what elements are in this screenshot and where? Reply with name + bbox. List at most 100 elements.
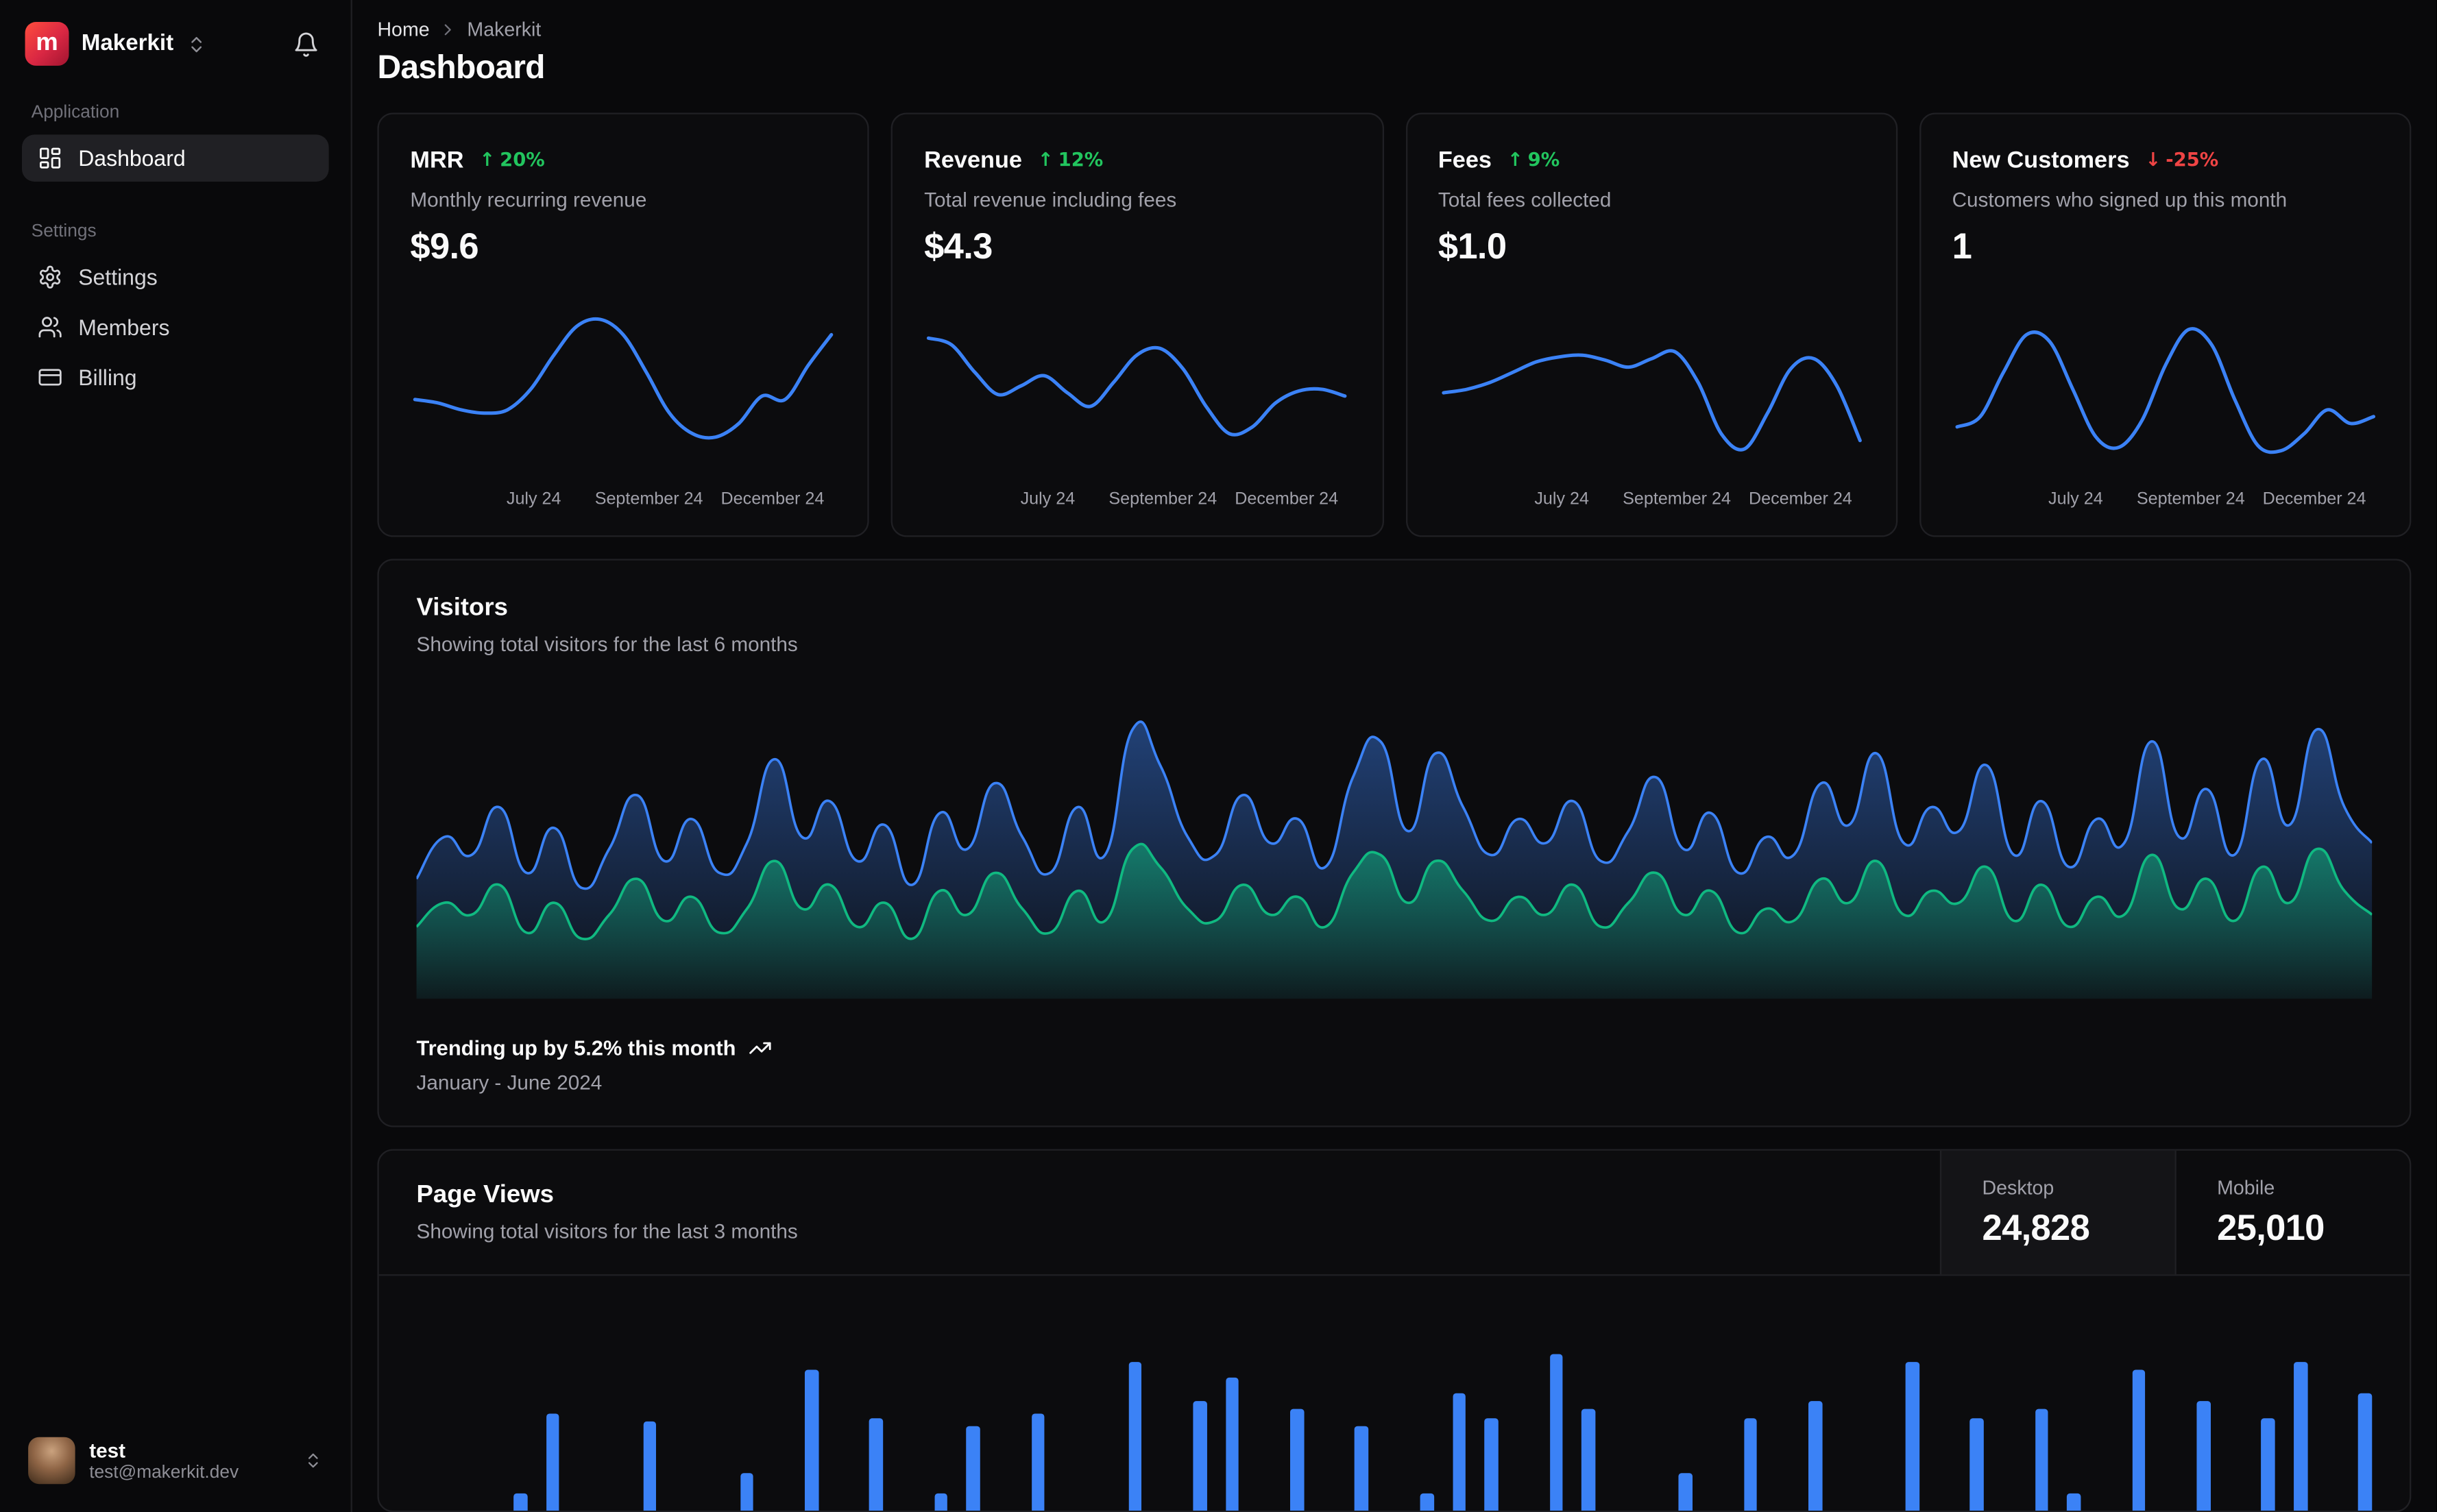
workspace-name: Makerkit bbox=[81, 31, 174, 57]
axis-tick: July 24 bbox=[1534, 489, 1589, 509]
trend-badge: ↓ -25% bbox=[2145, 149, 2218, 171]
stat-value: $9.6 bbox=[410, 225, 478, 267]
page-views-bar bbox=[2131, 1369, 2146, 1511]
toggle-mobile[interactable]: Mobile 25,010 bbox=[2174, 1150, 2410, 1275]
breadcrumb-current: Makerkit bbox=[467, 19, 542, 41]
logo-letter: m bbox=[36, 29, 58, 57]
trend-arrow-icon: ↑ bbox=[1037, 148, 1054, 171]
page-views-bar bbox=[2067, 1493, 2081, 1511]
sidebar-item-members[interactable]: Members bbox=[22, 304, 329, 351]
sidebar-item-label: Dashboard bbox=[78, 145, 186, 171]
page-views-bar bbox=[643, 1422, 657, 1511]
axis-tick: December 24 bbox=[1748, 489, 1852, 509]
stat-subtitle: Total fees collected bbox=[1438, 188, 1612, 212]
sidebar-item-label: Members bbox=[78, 315, 170, 340]
toggle-value: 24,828 bbox=[1982, 1206, 2090, 1247]
visitors-card: Visitors Showing total visitors for the … bbox=[377, 559, 2412, 1127]
page-views-bar bbox=[740, 1474, 754, 1511]
credit-card-icon bbox=[38, 365, 63, 390]
stats-grid: MRR ↑ 20% Monthly recurring revenue $9.6 … bbox=[377, 112, 2412, 537]
layout-dashboard-icon bbox=[38, 145, 63, 171]
page-views-bar bbox=[1452, 1393, 1466, 1511]
page-views-bar-chart bbox=[379, 1276, 2410, 1511]
stat-title: Revenue bbox=[924, 146, 1022, 173]
visitors-trend-text: Trending up by 5.2% this month bbox=[416, 1036, 736, 1060]
main-content: Home Makerkit Dashboard MRR ↑ 20% Monthly… bbox=[352, 0, 2436, 1512]
sidebar: m Makerkit Application Dashboard Setting… bbox=[0, 0, 352, 1512]
page-views-bar bbox=[1743, 1417, 1758, 1511]
visitors-area-chart bbox=[415, 681, 2373, 999]
page-views-bar bbox=[1420, 1493, 1434, 1511]
page-views-bar bbox=[1678, 1474, 1693, 1511]
page-views-bar bbox=[934, 1493, 948, 1511]
toggle-desktop[interactable]: Desktop 24,828 bbox=[1939, 1150, 2175, 1275]
axis-tick: July 24 bbox=[506, 489, 561, 509]
app-root: m Makerkit Application Dashboard Setting… bbox=[0, 0, 2436, 1512]
stat-title: MRR bbox=[410, 146, 464, 173]
new-customers-sparkline-chart bbox=[1952, 293, 2379, 484]
stat-card-fees: Fees ↑ 9% Total fees collected $1.0 July … bbox=[1405, 112, 1898, 537]
user-menu[interactable]: test test@makerkit.dev bbox=[22, 1428, 329, 1493]
page-views-bar bbox=[513, 1493, 527, 1511]
sparkline-axis: July 24 September 24 December 24 bbox=[410, 490, 836, 513]
notifications-button[interactable] bbox=[287, 24, 326, 63]
section-label-settings: Settings bbox=[31, 222, 97, 241]
page-views-bar bbox=[2035, 1409, 2049, 1511]
bell-icon bbox=[293, 31, 319, 58]
page-views-bar bbox=[2293, 1361, 2307, 1511]
toggle-value: 25,010 bbox=[2217, 1206, 2325, 1247]
user-meta: test test@makerkit.dev bbox=[89, 1439, 289, 1483]
toggle-label: Mobile bbox=[2217, 1176, 2275, 1199]
sidebar-header: m Makerkit bbox=[22, 19, 329, 66]
trend-delta: -25% bbox=[2166, 148, 2219, 171]
page-views-bar bbox=[1808, 1401, 1822, 1511]
page-views-bar bbox=[1290, 1409, 1305, 1511]
sidebar-item-dashboard[interactable]: Dashboard bbox=[21, 134, 329, 182]
page-views-subtitle: Showing total visitors for the last 3 mo… bbox=[416, 1219, 798, 1243]
page-views-title: Page Views bbox=[416, 1182, 555, 1209]
user-email: test@makerkit.dev bbox=[89, 1463, 239, 1483]
trend-arrow-icon: ↑ bbox=[479, 148, 496, 171]
revenue-sparkline-chart bbox=[924, 293, 1350, 484]
stat-value: $4.3 bbox=[924, 225, 993, 267]
axis-tick: July 24 bbox=[2048, 489, 2103, 509]
stat-subtitle: Total revenue including fees bbox=[924, 188, 1177, 212]
toggle-label: Desktop bbox=[1982, 1176, 2054, 1199]
page-views-bar bbox=[1225, 1377, 1239, 1511]
section-label-application: Application bbox=[31, 103, 120, 123]
stat-value: 1 bbox=[1952, 225, 1972, 267]
page-views-bar bbox=[1905, 1361, 1919, 1511]
axis-tick: September 24 bbox=[2136, 489, 2245, 509]
trending-up-icon bbox=[749, 1036, 772, 1060]
axis-tick: December 24 bbox=[2262, 489, 2366, 509]
gear-icon bbox=[38, 265, 63, 290]
page-views-bar bbox=[1549, 1353, 1563, 1511]
axis-tick: September 24 bbox=[1108, 489, 1217, 509]
trend-badge: ↑ 12% bbox=[1038, 149, 1103, 171]
workspace-selector[interactable]: m Makerkit bbox=[25, 21, 207, 66]
page-views-bar bbox=[1128, 1361, 1143, 1511]
page-views-bar bbox=[1193, 1401, 1207, 1511]
trend-badge: ↑ 20% bbox=[479, 149, 544, 171]
chevron-right-icon bbox=[439, 21, 457, 39]
chevrons-up-down-icon bbox=[304, 1451, 322, 1470]
page-title: Dashboard bbox=[377, 50, 545, 86]
makerkit-logo: m bbox=[25, 21, 69, 66]
page-views-header: Page Views Showing total visitors for th… bbox=[378, 1150, 2410, 1276]
page-views-bar bbox=[1969, 1417, 1984, 1511]
page-views-bar bbox=[1581, 1409, 1596, 1511]
chevrons-up-down-icon bbox=[186, 34, 206, 54]
breadcrumb-home[interactable]: Home bbox=[377, 19, 429, 40]
user-name: test bbox=[89, 1438, 126, 1462]
page-views-bar bbox=[546, 1413, 560, 1511]
sparkline-axis: July 24 September 24 December 24 bbox=[924, 490, 1350, 513]
axis-tick: December 24 bbox=[720, 489, 825, 509]
mrr-sparkline-chart bbox=[410, 293, 836, 484]
stat-title: New Customers bbox=[1952, 146, 2130, 173]
trend-badge: ↑ 9% bbox=[1507, 149, 1560, 171]
page-views-bar bbox=[967, 1426, 980, 1511]
page-views-card: Page Views Showing total visitors for th… bbox=[377, 1149, 2412, 1512]
sparkline-axis: July 24 September 24 December 24 bbox=[1438, 490, 1865, 513]
sidebar-item-settings[interactable]: Settings bbox=[22, 254, 329, 301]
sidebar-item-billing[interactable]: Billing bbox=[22, 354, 329, 401]
